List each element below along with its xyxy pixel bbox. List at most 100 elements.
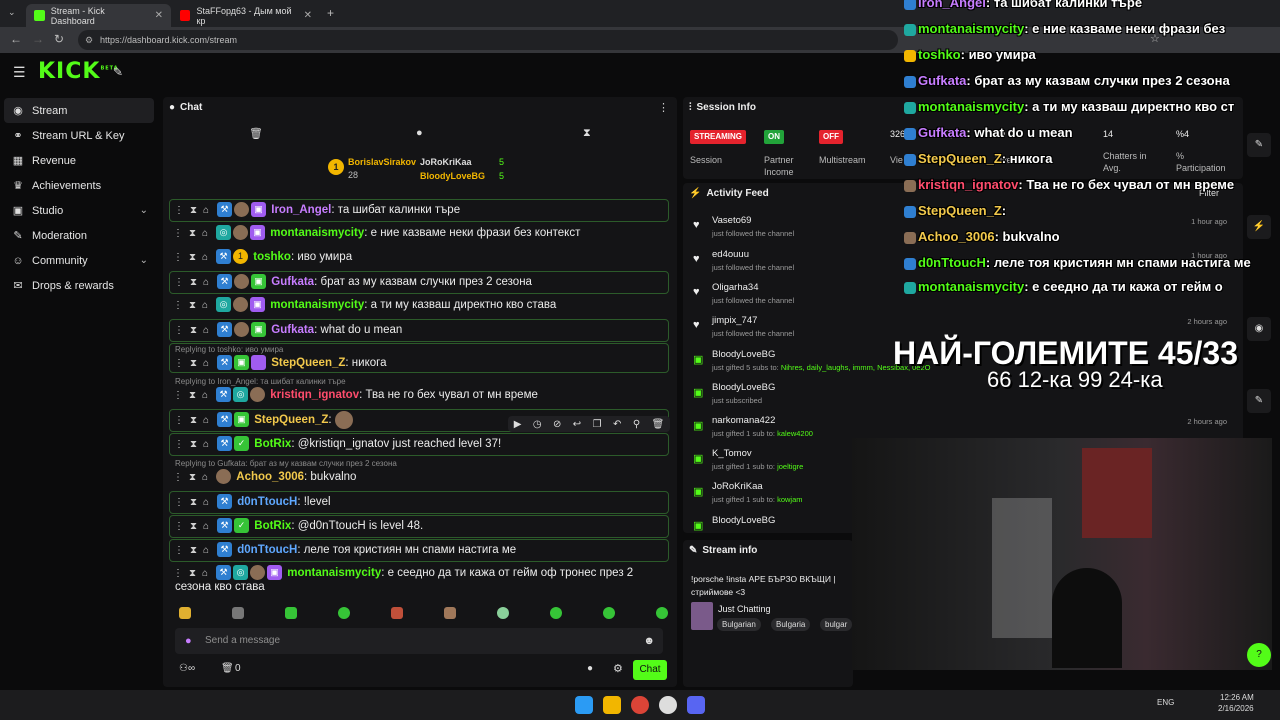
- mod-tools-icon[interactable]: ⋮⧗⌂: [174, 497, 215, 508]
- send-chat-button[interactable]: Chat: [633, 660, 667, 680]
- chat-username[interactable]: Iron_Angel: [271, 204, 331, 216]
- obs-icon[interactable]: [659, 696, 677, 714]
- chat-message[interactable]: ⋮⧗⌂ ◎ ▣ montanaismycity: е ние казваме нек…: [169, 223, 669, 244]
- chat-username[interactable]: toshko: [253, 251, 291, 263]
- points-icon[interactable]: ⚇∞: [179, 663, 195, 674]
- chat-username[interactable]: BotRix: [254, 520, 291, 532]
- broadcast-icon[interactable]: ◉: [1247, 317, 1271, 341]
- url-field[interactable]: ⚙ https://dashboard.kick.com/stream: [78, 30, 898, 50]
- trash-icon[interactable]: 🗑: [249, 127, 263, 140]
- sidebar-item-revenue[interactable]: ▦ Revenue: [0, 148, 158, 173]
- chat-message[interactable]: ⋮⧗⌂ ⚒ d0nTtoucH: !level: [169, 491, 669, 514]
- kick-logo[interactable]: KICKBETA: [38, 59, 119, 84]
- mod-tools-icon[interactable]: ⋮⧗⌂: [173, 568, 214, 579]
- chat-message[interactable]: ⋮⧗⌂ ⚒ ▣ Iron_Angel: та шибат калинки търе: [169, 199, 669, 222]
- emoji-picker-icon[interactable]: ☻: [643, 628, 655, 654]
- leaderboard-row-name[interactable]: BloodyLoveBG: [420, 171, 485, 181]
- emote-icon[interactable]: [444, 607, 456, 619]
- chat-username[interactable]: BotRix: [254, 438, 291, 450]
- chat-message[interactable]: ⋮⧗⌂ ⚒ d0nTtoucH: леле тоя кристиян мн спа…: [169, 539, 669, 562]
- mod-tools-icon[interactable]: ⋮⧗⌂: [174, 439, 215, 450]
- mod-tools-icon[interactable]: ⋮⧗⌂: [173, 472, 214, 483]
- mod-tools-icon[interactable]: ⋮⧗⌂: [173, 300, 214, 311]
- chat-username[interactable]: StepQueen_Z: [271, 357, 345, 369]
- tab-kick-dashboard[interactable]: Stream - Kick Dashboard ✕: [26, 4, 171, 27]
- gear-icon[interactable]: ⚙: [613, 662, 623, 675]
- activity-user[interactable]: JoRoKriKaa: [712, 481, 763, 492]
- wrench-icon[interactable]: ✎: [1247, 389, 1271, 413]
- activity-user[interactable]: K_Tomov: [712, 448, 752, 459]
- activity-user[interactable]: jimpix_747: [712, 315, 757, 326]
- new-tab-icon[interactable]: +: [327, 6, 334, 20]
- chat-message[interactable]: ⋮⧗⌂ ⚒ ▣ Gufkata: брат аз му казвам случки …: [169, 271, 669, 294]
- chat-username[interactable]: montanaismycity: [270, 227, 364, 239]
- sidebar-item-community[interactable]: ☺ Community ⌄: [0, 248, 158, 273]
- chat-message[interactable]: ⋮⧗⌂ ⚒ ✓ BotRix: @d0nTtoucH is level 48.: [169, 515, 669, 538]
- chat-username[interactable]: montanaismycity: [270, 299, 364, 311]
- emote-icon[interactable]: [656, 607, 668, 619]
- timeout-icon[interactable]: ◷: [533, 419, 542, 430]
- close-tab-icon[interactable]: ✕: [155, 10, 163, 21]
- chat-username[interactable]: kristiqn_ignatov: [270, 389, 359, 401]
- chat-bubble-icon[interactable]: ●: [416, 127, 423, 139]
- back-icon[interactable]: ←: [10, 32, 22, 46]
- chat-username[interactable]: Gufkata: [271, 324, 314, 336]
- more-options-icon[interactable]: ⋮: [658, 101, 669, 114]
- language-indicator[interactable]: ENG: [1157, 698, 1174, 707]
- stream-tag[interactable]: Bulgaria: [771, 618, 811, 631]
- mod-tools-icon[interactable]: ⋮⧗⌂: [174, 521, 215, 532]
- chat-message[interactable]: ⋮⧗⌂ Achoo_3006: bukvalno: [169, 467, 669, 488]
- activity-user[interactable]: BloodyLoveBG: [712, 515, 775, 526]
- edit-icon[interactable]: ✎: [1247, 133, 1271, 157]
- forward-icon[interactable]: →: [32, 32, 44, 46]
- emote-icon[interactable]: [603, 607, 615, 619]
- emote-icon[interactable]: [497, 607, 509, 619]
- mod-tools-icon[interactable]: ⋮⧗⌂: [174, 205, 215, 216]
- mod-tools-icon[interactable]: ⋮⧗⌂: [173, 228, 214, 239]
- top-gifter-name[interactable]: BorislavSirakov: [348, 157, 416, 167]
- chat-username[interactable]: d0nTtoucH: [237, 544, 297, 556]
- sidebar-item-stream[interactable]: ◉ Stream: [4, 98, 154, 123]
- emote-icon[interactable]: [391, 607, 403, 619]
- chat-username[interactable]: StepQueen_Z: [254, 414, 328, 426]
- sidebar-item-studio[interactable]: ▣ Studio ⌄: [0, 198, 158, 223]
- chat-username[interactable]: Gufkata: [271, 276, 314, 288]
- clock-time[interactable]: 12:26 AM: [1220, 693, 1254, 702]
- sidebar-item-stream-url-key[interactable]: ⚭ Stream URL & Key: [0, 123, 158, 148]
- close-tab-icon[interactable]: ✕: [304, 10, 312, 21]
- hourglass-icon[interactable]: ⧗: [583, 127, 591, 140]
- chat-bubble-icon[interactable]: ●: [587, 663, 593, 674]
- chat-message[interactable]: ⋮⧗⌂ ⚒ ▣ StepQueen_Z: никога: [169, 343, 669, 373]
- mod-tools-icon[interactable]: ⋮⧗⌂: [174, 325, 215, 336]
- chat-message[interactable]: ⋮⧗⌂ ⚒ ▣ Gufkata: what do u mean: [169, 319, 669, 342]
- hamburger-menu-icon[interactable]: ☰: [13, 64, 26, 81]
- delete-icon[interactable]: 🗑: [652, 419, 665, 430]
- activity-user[interactable]: Vaseto69: [712, 215, 751, 226]
- chat-username[interactable]: Achoo_3006: [236, 471, 304, 483]
- mod-tools-icon[interactable]: ⋮⧗⌂: [173, 390, 214, 401]
- reply-icon[interactable]: ↩: [573, 419, 581, 430]
- chrome-icon[interactable]: [631, 696, 649, 714]
- activity-user[interactable]: ed4ouuu: [712, 249, 749, 260]
- chat-message[interactable]: ⋮⧗⌂ ⚒ ✓ BotRix: @kristiqn_ignatov just rea…: [169, 433, 669, 456]
- copy-icon[interactable]: ❐: [593, 419, 602, 430]
- lightning-icon[interactable]: ⚡: [1247, 215, 1271, 239]
- mod-tools-icon[interactable]: ⋮⧗⌂: [174, 545, 215, 556]
- sidebar-item-moderation[interactable]: ✎ Moderation: [0, 223, 158, 248]
- chat-message[interactable]: ⋮⧗⌂ ⚒ ◎ kristiqn_ignatov: Тва не го бех чу…: [169, 385, 669, 406]
- chat-message[interactable]: ⋮⧗⌂ ◎ ▣ montanaismycity: а ти му казваш ди…: [169, 295, 669, 316]
- ban-icon[interactable]: ⊘: [553, 419, 561, 430]
- mod-tools-icon[interactable]: ⋮⧗⌂: [174, 415, 215, 426]
- site-info-icon[interactable]: ⚙: [85, 30, 93, 50]
- reload-icon[interactable]: ↻: [54, 32, 64, 46]
- activity-user[interactable]: BloodyLoveBG: [712, 382, 775, 393]
- clock-date[interactable]: 2/16/2026: [1218, 704, 1254, 713]
- leaderboard-row-name[interactable]: JoRoKriKaa: [420, 157, 472, 167]
- stream-tag[interactable]: bulgar: [820, 618, 853, 631]
- undo-icon[interactable]: ↶: [613, 419, 621, 430]
- emote-icon[interactable]: [179, 607, 191, 619]
- chat-username[interactable]: d0nTtoucH: [237, 496, 297, 508]
- emote-icon[interactable]: [550, 607, 562, 619]
- category-name[interactable]: Just Chatting: [718, 604, 771, 614]
- pin-icon[interactable]: ✎: [113, 65, 123, 79]
